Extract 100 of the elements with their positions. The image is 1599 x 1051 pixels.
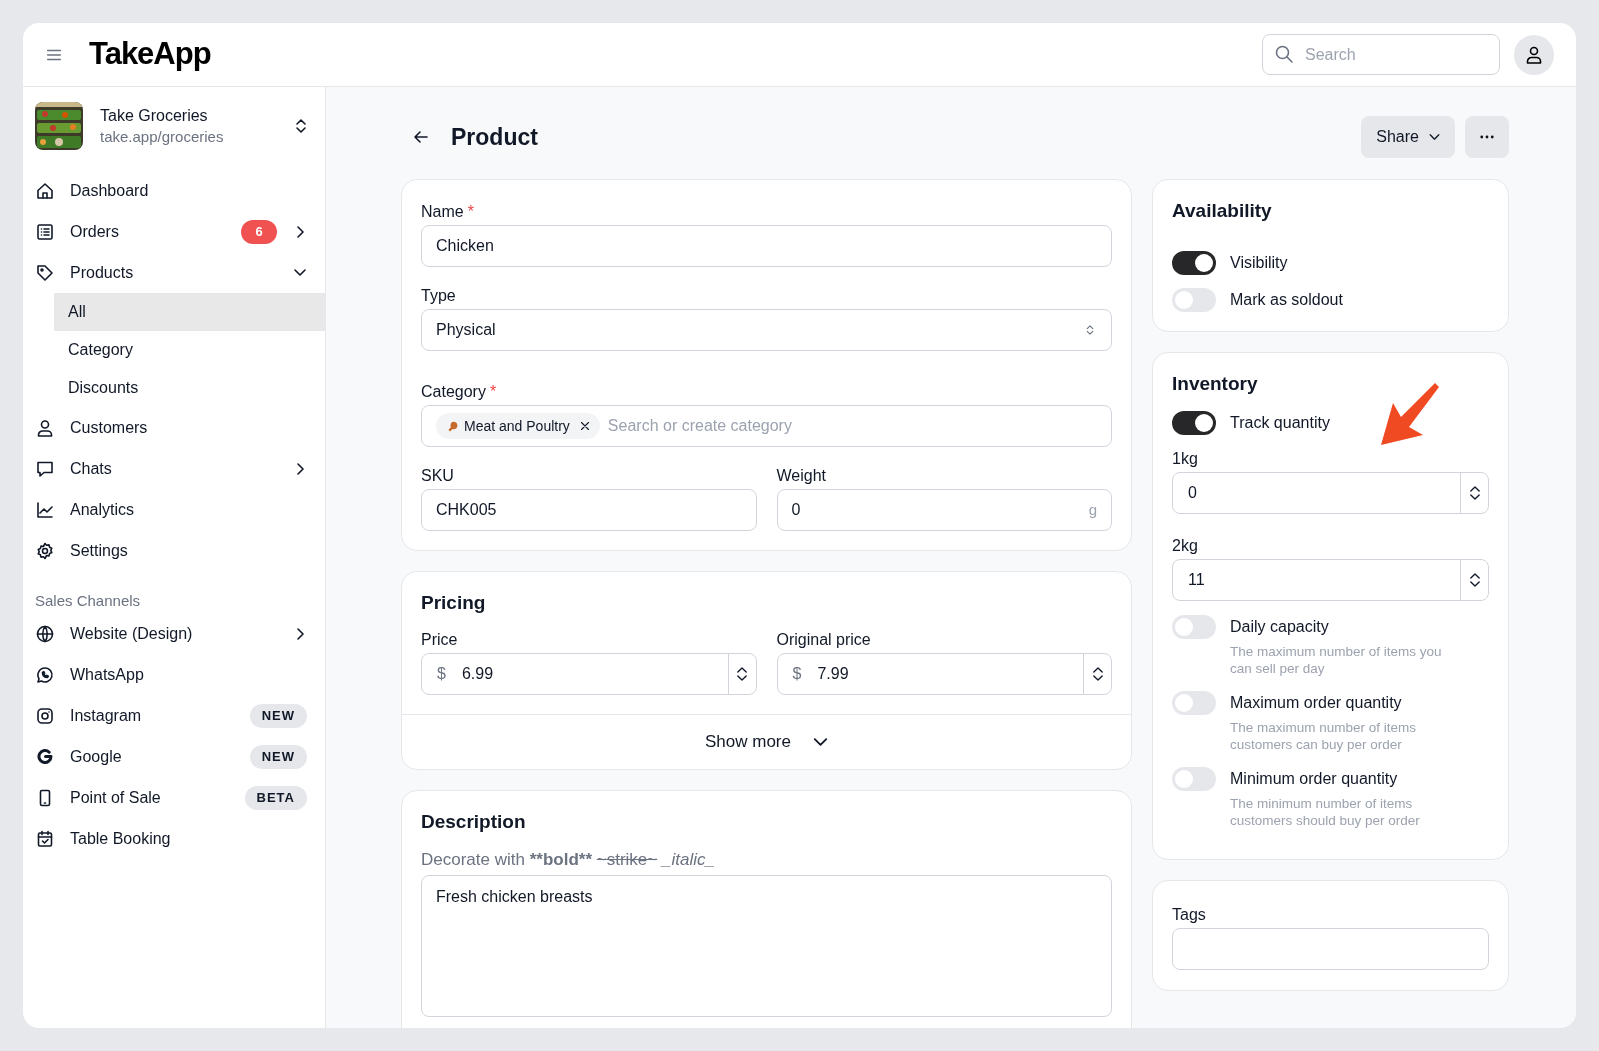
field-label: Category *	[421, 380, 1112, 404]
avatar-button[interactable]	[1514, 34, 1554, 75]
input-field[interactable]: 0 g	[776, 489, 1112, 531]
help-text: The minimum number of items customers should buy per order	[1230, 795, 1421, 829]
help-text: The maximum number of items you can sell per day	[1230, 643, 1443, 677]
field-label: Price	[421, 630, 459, 650]
sidebar-subitem[interactable]: All	[54, 293, 325, 331]
sidebar-item[interactable]: Website (Design)	[35, 613, 313, 654]
sidebar-item[interactable]: Settings	[35, 530, 313, 571]
formatting-hint: Decorate with **bold** ~strike~ _italic_	[421, 849, 716, 871]
toggle-label: Minimum order quantity	[1230, 769, 1398, 789]
decrement-button[interactable]	[737, 675, 747, 681]
currency-symbol: $	[437, 664, 446, 684]
field-label: Weight	[776, 466, 827, 486]
chevron-up-icon	[737, 667, 747, 673]
more-icon	[1480, 135, 1494, 139]
toggle-label: Daily capacity	[1230, 617, 1329, 637]
search-icon	[1274, 44, 1294, 64]
status-tag: BETA	[244, 785, 307, 810]
decrement-button[interactable]	[1092, 675, 1103, 681]
sidebar-item[interactable]: Dashboard	[35, 170, 313, 211]
select-field[interactable]: Physical	[421, 309, 1112, 351]
toggle-label: Mark as soldout	[1230, 290, 1343, 310]
input-field[interactable]: CHK005	[421, 489, 757, 531]
chevron-icon	[294, 269, 306, 276]
toggle-switch[interactable]	[1172, 411, 1216, 435]
unit-label: g	[1088, 499, 1097, 520]
home-icon	[35, 180, 55, 201]
increment-button[interactable]	[737, 667, 747, 673]
sidebar-item[interactable]: WhatsApp	[35, 654, 313, 695]
sidebar-item[interactable]: Analytics	[35, 489, 313, 530]
chevron-icon	[813, 738, 828, 746]
field-label: SKU	[421, 466, 455, 486]
toggle-label: Track quantity	[1230, 413, 1330, 433]
sidebar-subitem[interactable]: Discounts	[54, 369, 325, 407]
description-field[interactable]: Fresh chicken breasts	[421, 875, 1112, 1017]
chevron-icon	[296, 225, 304, 238]
toggle-switch[interactable]	[1172, 251, 1216, 275]
chart-icon	[35, 499, 55, 520]
sidebar-item[interactable]: Instagram NEW	[35, 695, 313, 736]
card-title: Availability	[1172, 198, 1273, 223]
chevron-down-icon	[1092, 675, 1103, 681]
share-button[interactable]: Share	[1361, 116, 1455, 158]
increment-button[interactable]	[1092, 667, 1103, 673]
status-tag: NEW	[249, 744, 307, 769]
chevron-icon	[296, 462, 304, 475]
camera-icon	[35, 705, 55, 726]
toggle-switch[interactable]	[1172, 691, 1216, 715]
sidebar-item[interactable]: Chats	[35, 448, 313, 489]
section-heading: Sales Channels	[34, 590, 142, 611]
sidebar-item[interactable]: Google NEW	[35, 736, 313, 777]
help-text: The maximum number of items customers can buy per order	[1230, 719, 1418, 753]
toggle-switch[interactable]	[1172, 288, 1216, 312]
sidebar-item[interactable]: Customers	[35, 407, 313, 448]
price-field[interactable]: $ 7.99	[776, 653, 1112, 695]
toggle-switch[interactable]	[1172, 767, 1216, 791]
required-mark: *	[467, 202, 474, 222]
increment-button[interactable]	[1469, 573, 1480, 579]
chevron-icon	[296, 627, 304, 640]
decrement-button[interactable]	[1469, 494, 1480, 500]
category-field[interactable]: Meat and Poultry Search or create category	[421, 405, 1112, 447]
currency-symbol: $	[792, 664, 802, 684]
tags-field[interactable]	[1172, 928, 1489, 970]
quantity-field[interactable]: 11	[1172, 559, 1489, 601]
letter-g-icon	[35, 746, 55, 767]
field-label: Original price	[776, 630, 872, 650]
search-field[interactable]: Search	[1262, 34, 1500, 75]
chevron-up-icon	[1092, 667, 1103, 673]
sidebar-item[interactable]: Point of Sale BETA	[35, 777, 313, 818]
user-icon	[35, 417, 55, 438]
count-badge: 6	[241, 219, 277, 244]
field-label: Name *	[421, 200, 1112, 224]
store-name: Take Groceries	[100, 106, 209, 126]
globe-icon	[35, 623, 55, 644]
tag-icon	[35, 262, 55, 283]
sidebar-item[interactable]: Table Booking	[35, 818, 313, 859]
sidebar-subitem[interactable]: Category	[54, 331, 325, 369]
price-field[interactable]: $ 6.99	[421, 653, 757, 695]
decrement-button[interactable]	[1469, 581, 1480, 587]
card-title: Pricing	[421, 590, 487, 615]
quantity-field[interactable]: 0	[1172, 472, 1489, 514]
user-icon	[1524, 44, 1544, 65]
sidebar-item[interactable]: Orders 6	[35, 211, 313, 252]
card-title: Inventory	[1172, 371, 1259, 396]
field-label: 2kg	[1172, 536, 1199, 556]
toggle-switch[interactable]	[1172, 615, 1216, 639]
field-label: 1kg	[1172, 449, 1199, 469]
category-chip[interactable]: Meat and Poultry	[436, 413, 600, 439]
show-more-button[interactable]: Show more	[402, 715, 1131, 769]
card-title: Description	[421, 809, 527, 834]
calendar-icon	[35, 828, 55, 849]
increment-button[interactable]	[1469, 486, 1480, 492]
chevron-icon	[1429, 134, 1440, 140]
settings-icon	[35, 540, 55, 561]
input-field[interactable]: Chicken	[421, 225, 1112, 267]
list-icon	[35, 221, 55, 242]
drumstick-icon	[446, 419, 459, 433]
chevron-down-icon	[1469, 581, 1480, 587]
sidebar-item[interactable]: Products	[35, 252, 313, 293]
status-tag: NEW	[249, 703, 307, 728]
